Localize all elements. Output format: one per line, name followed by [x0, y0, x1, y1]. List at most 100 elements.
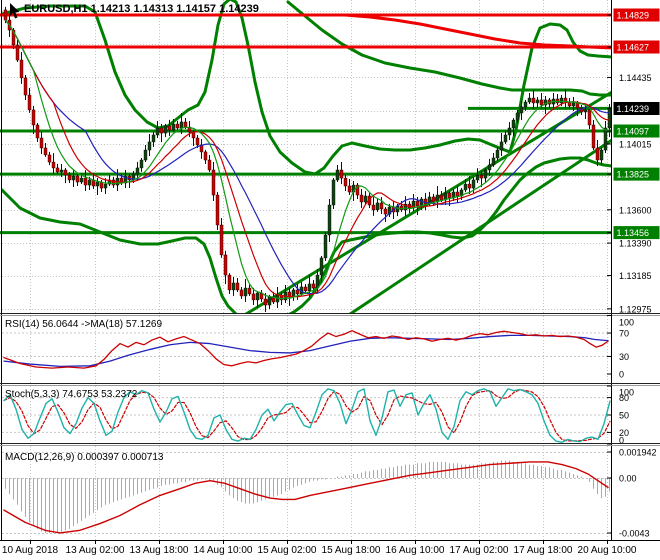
bear-candle [31, 109, 36, 126]
bull-candle [491, 157, 496, 166]
bear-candle [43, 147, 48, 156]
bull-candle [319, 257, 324, 276]
bull-candle [583, 109, 588, 113]
bull-candle [323, 234, 328, 259]
bull-candle [559, 97, 564, 104]
bear-candle [251, 293, 256, 301]
bull-candle [163, 125, 168, 134]
bull-candle [267, 296, 272, 306]
bull-candle [135, 167, 140, 175]
bear-candle [203, 151, 208, 161]
time-axis-label: 14 Aug 10:00 [194, 545, 253, 556]
bear-candle [235, 282, 240, 291]
bull-candle [503, 134, 508, 143]
bear-candle [159, 127, 164, 134]
bull-candle [307, 283, 312, 292]
bull-candle [495, 149, 500, 159]
bull-candle [471, 179, 476, 189]
bear-candle [223, 254, 228, 276]
bear-candle [3, 9, 8, 21]
bear-candle [447, 192, 452, 199]
bear-candle [39, 137, 44, 149]
bull-candle [103, 183, 108, 189]
chart-title: EURUSD,H1 1.14213 1.14313 1.14157 1.1423… [24, 3, 259, 15]
bull-candle [603, 127, 608, 151]
bull-candle [499, 141, 504, 151]
bull-candle [507, 127, 512, 136]
bull-candle [151, 134, 156, 143]
bear-candle [295, 289, 300, 295]
bear-candle [83, 177, 88, 186]
bull-candle [143, 149, 148, 161]
bear-candle [455, 191, 460, 197]
trading-chart[interactable]: 1.14435 1.14015 1.13600 1.13390 1.13185 1.129… [0, 0, 660, 560]
bull-candle [527, 97, 532, 103]
bear-candle [219, 224, 224, 256]
bull-candle [363, 195, 368, 203]
time-axis-label: 17 Aug 02:00 [450, 545, 509, 556]
bear-candle [311, 283, 316, 289]
price-badge-label: 1.13825 [617, 170, 650, 180]
bull-candle [335, 169, 340, 181]
bull-candle [171, 123, 176, 131]
price-badge-label: 1.14239 [617, 104, 650, 114]
price-axis-label: 1.14015 [619, 140, 652, 150]
bear-candle [247, 287, 252, 295]
bull-candle [511, 119, 516, 129]
bear-candle [303, 286, 308, 292]
rsi-label: RSI(14) 56.0644 ->MA(18) 57.1269 [5, 319, 162, 330]
bear-candle [47, 154, 52, 163]
bear-candle [431, 196, 436, 203]
macd-scale-label: 0.00 [619, 474, 637, 484]
bull-candle [571, 102, 576, 107]
bear-candle [379, 202, 384, 210]
bear-candle [227, 274, 232, 291]
bear-candle [339, 169, 344, 179]
bear-candle [595, 147, 600, 161]
price-badge-label: 1.14627 [617, 43, 650, 53]
bear-candle [591, 124, 596, 149]
bull-candle [79, 177, 84, 183]
bear-candle [211, 169, 216, 196]
bear-candle [75, 175, 80, 183]
bear-candle [175, 123, 180, 129]
bear-candle [239, 289, 244, 297]
bear-candle [195, 137, 200, 146]
time-axis-label: 17 Aug 18:00 [514, 545, 573, 556]
bull-candle [327, 204, 332, 236]
bear-candle [183, 121, 188, 128]
bear-candle [371, 204, 376, 211]
bear-candle [35, 124, 40, 139]
bull-candle [475, 174, 480, 181]
price-badge-label: 1.13456 [617, 228, 650, 238]
bear-candle [359, 194, 364, 203]
bull-candle [95, 181, 100, 187]
chart-window: 1.14435 1.14015 1.13600 1.13390 1.13185 1.129… [0, 0, 660, 560]
bull-candle [487, 164, 492, 171]
time-axis-label: 13 Aug 02:00 [66, 545, 125, 556]
bear-candle [51, 161, 56, 169]
bull-candle [179, 121, 184, 129]
bear-candle [383, 208, 388, 215]
bear-candle [63, 169, 68, 176]
bear-candle [415, 200, 420, 207]
price-axis-label: 1.14435 [619, 73, 652, 83]
bear-candle [55, 167, 60, 173]
price-axis-label: 1.13185 [619, 271, 652, 281]
macd-scale-label: -0.0043 [619, 529, 650, 539]
bull-candle [139, 159, 144, 169]
rsi-scale-label: 0 [619, 370, 624, 380]
bull-candle [87, 179, 92, 186]
stoch-label: Stoch(5,3,3) 74.6753 53.2372 [5, 389, 138, 400]
bull-candle [59, 169, 64, 173]
time-axis-label: 10 Aug 2018 [2, 545, 59, 556]
bull-candle [155, 127, 160, 136]
bear-candle [215, 194, 220, 226]
rsi-scale-label: 100 [619, 318, 634, 328]
bull-candle [523, 101, 528, 108]
bull-candle [147, 141, 152, 151]
price-axis-label: 1.12975 [619, 304, 652, 314]
bull-candle [515, 112, 520, 121]
bear-candle [587, 109, 592, 126]
stoch-scale-label: 50 [619, 411, 629, 421]
